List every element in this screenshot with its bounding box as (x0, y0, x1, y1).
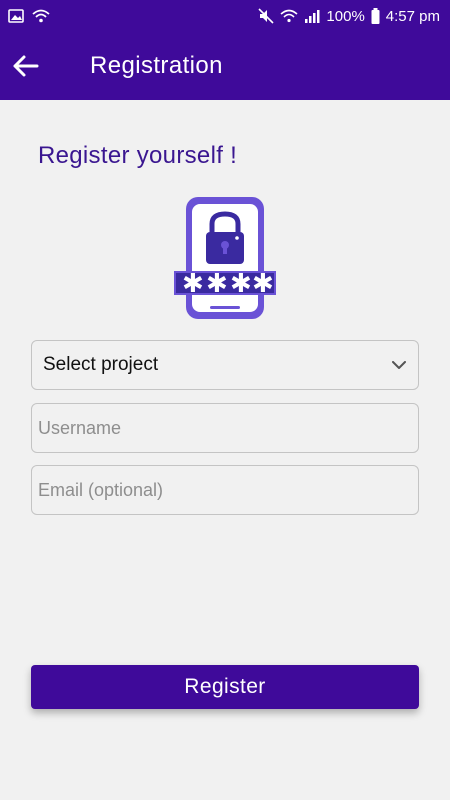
status-time: 4:57 pm (385, 7, 440, 25)
status-left (8, 9, 50, 23)
phone-lock-password-icon: ✱ ✱ ✱ ✱ (172, 194, 278, 322)
email-input[interactable] (38, 479, 412, 501)
register-button[interactable]: Register (31, 665, 419, 709)
battery-percent: 100% (326, 7, 365, 25)
username-input[interactable] (38, 417, 412, 439)
back-button[interactable] (0, 32, 50, 100)
battery-icon (371, 8, 380, 24)
wifi-icon (32, 9, 50, 23)
status-bar: 100% 4:57 pm (0, 0, 450, 32)
image-icon (8, 9, 24, 23)
register-heading: Register yourself ! (38, 142, 238, 169)
project-select-value: Select project (43, 354, 159, 375)
status-right: 100% 4:57 pm (258, 8, 440, 25)
svg-text:✱: ✱ (182, 269, 204, 299)
arrow-left-icon (11, 54, 39, 78)
app-bar: Registration (0, 32, 450, 100)
wifi-signal-icon (280, 9, 298, 23)
cell-signal-icon (304, 9, 320, 23)
project-select[interactable]: Select project (31, 340, 419, 390)
svg-text:✱: ✱ (230, 269, 252, 299)
svg-text:✱: ✱ (252, 269, 274, 299)
page-title: Registration (90, 52, 223, 79)
mute-icon (258, 8, 274, 24)
username-field-container (31, 403, 419, 453)
svg-text:✱: ✱ (206, 269, 228, 299)
chevron-down-icon (392, 360, 406, 370)
email-field-container (31, 465, 419, 515)
